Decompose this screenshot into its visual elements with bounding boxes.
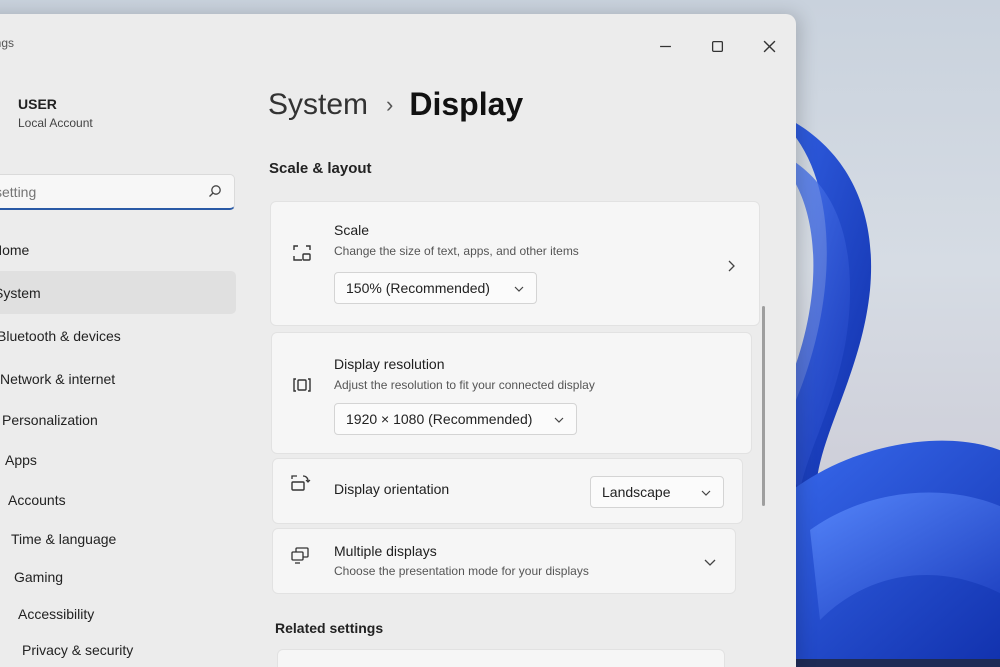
sidebar-item-accounts[interactable]: Accounts: [0, 480, 236, 520]
sidebar-item-apps[interactable]: Apps: [0, 440, 236, 480]
settings-search-box[interactable]: [0, 174, 235, 210]
sidebar-item-system[interactable]: System: [0, 271, 236, 314]
multiple-displays-card[interactable]: Multiple displays Choose the presentatio…: [272, 528, 736, 594]
resolution-icon: [291, 374, 313, 396]
maximize-button[interactable]: [704, 36, 730, 56]
chevron-right-icon[interactable]: [725, 260, 737, 272]
sidebar-item-bluetooth-devices[interactable]: Bluetooth & devices: [0, 314, 236, 357]
sidebar-item-home[interactable]: Home: [0, 228, 236, 271]
minimize-icon: [659, 45, 671, 47]
chevron-down-icon[interactable]: [704, 556, 716, 568]
display-resolution-value: 1920 × 1080 (Recommended): [346, 411, 533, 427]
sidebar-item-accessibility[interactable]: Accessibility: [0, 596, 236, 632]
chevron-down-icon: [554, 417, 564, 423]
sidebar-item-gaming[interactable]: Gaming: [0, 558, 236, 596]
breadcrumb: System › Display: [268, 86, 523, 123]
scale-card[interactable]: Scale Change the size of text, apps, and…: [270, 201, 760, 326]
scrollbar-thumb[interactable]: [762, 306, 765, 506]
search-icon[interactable]: [208, 184, 222, 198]
display-orientation-dropdown[interactable]: Landscape: [590, 476, 724, 508]
window-title: ings: [0, 36, 15, 50]
display-orientation-card: Display orientation Landscape: [272, 458, 743, 524]
sidebar-item-time-language[interactable]: Time & language: [0, 520, 236, 558]
maximize-icon: [711, 40, 723, 52]
chevron-down-icon: [701, 490, 711, 496]
related-settings-card[interactable]: [277, 649, 725, 667]
window-controls: [652, 36, 782, 56]
breadcrumb-chevron-icon: ›: [386, 91, 394, 117]
close-button[interactable]: [756, 36, 782, 56]
scale-subtitle: Change the size of text, apps, and other…: [334, 244, 579, 258]
display-resolution-dropdown[interactable]: 1920 × 1080 (Recommended): [334, 403, 577, 435]
multiple-displays-title: Multiple displays: [334, 543, 437, 559]
close-icon: [763, 40, 775, 52]
sidebar-nav: Home System Bluetooth & devices Network …: [0, 228, 236, 667]
multiple-displays-icon: [289, 545, 311, 567]
scale-dropdown-value: 150% (Recommended): [346, 280, 490, 296]
scale-title: Scale: [334, 222, 370, 238]
sidebar-item-personalization[interactable]: Personalization: [0, 400, 236, 440]
scale-icon: [291, 242, 313, 264]
sidebar-item-network-internet[interactable]: Network & internet: [0, 357, 236, 400]
user-name: USER: [18, 96, 57, 112]
sidebar-item-privacy-security[interactable]: Privacy & security: [0, 632, 236, 667]
breadcrumb-parent[interactable]: System: [268, 88, 368, 122]
orientation-icon: [289, 473, 311, 495]
section-title-scale-layout: Scale & layout: [269, 160, 372, 177]
scale-dropdown[interactable]: 150% (Recommended): [334, 272, 537, 304]
minimize-button[interactable]: [652, 36, 678, 56]
display-orientation-value: Landscape: [602, 484, 671, 500]
search-input[interactable]: [0, 183, 195, 200]
display-resolution-title: Display resolution: [334, 356, 445, 372]
page-title: Display: [409, 86, 524, 122]
settings-window: ings USER Local Account Home System Blue…: [0, 14, 796, 667]
related-settings-heading: Related settings: [275, 620, 384, 636]
chevron-down-icon: [514, 286, 524, 292]
display-resolution-card: Display resolution Adjust the resolution…: [271, 332, 752, 454]
user-account-type: Local Account: [18, 116, 93, 130]
display-orientation-title: Display orientation: [334, 481, 450, 497]
display-resolution-subtitle: Adjust the resolution to fit your connec…: [334, 378, 595, 392]
multiple-displays-subtitle: Choose the presentation mode for your di…: [334, 564, 589, 578]
